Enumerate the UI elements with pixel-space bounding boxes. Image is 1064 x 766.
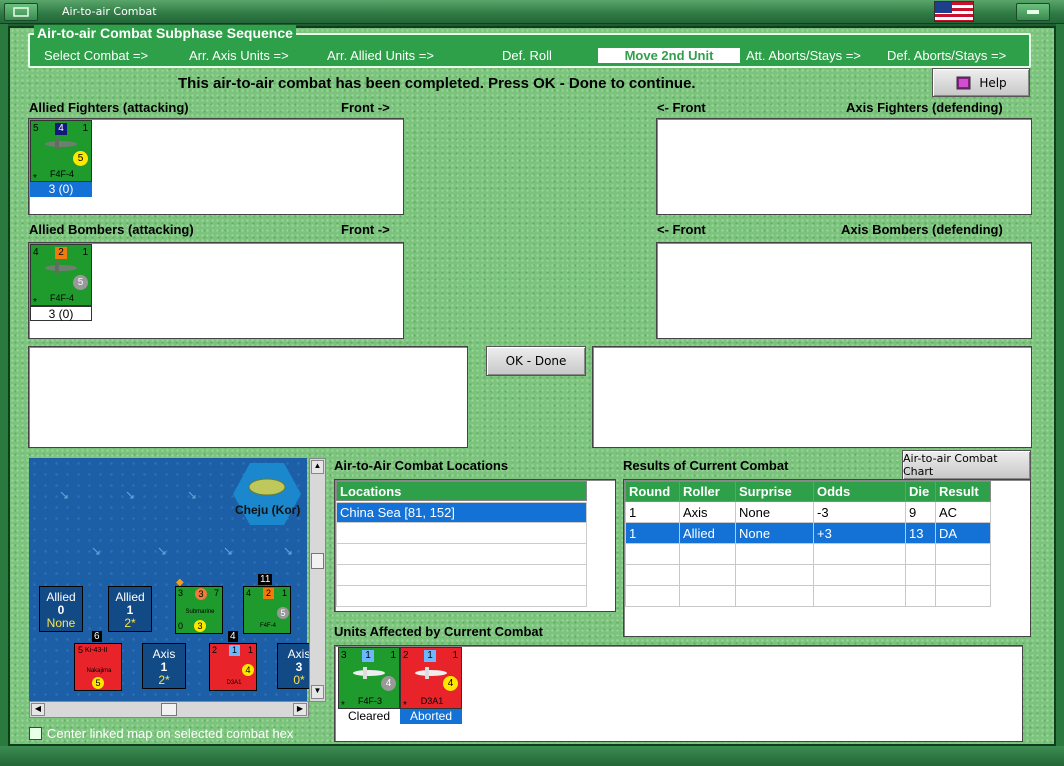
seq-def-aborts-stays: Def. Aborts/Stays => <box>887 48 1007 63</box>
frame-edge <box>1056 24 1064 766</box>
window-icon <box>13 7 29 17</box>
affected-unit-d3a1[interactable]: 2 1 1 4 D3A1 * Aborted <box>400 647 462 724</box>
table-row[interactable] <box>625 543 991 565</box>
unit-badge: 4 <box>55 123 67 135</box>
col-surprise: Surprise <box>735 481 814 502</box>
title-bar <box>0 0 1064 24</box>
results-table: Round Roller Surprise Odds Die Result 1A… <box>625 481 991 607</box>
allied-fighters-label: Allied Fighters (attacking) <box>29 100 189 115</box>
unit-value: 5 <box>73 151 88 166</box>
center-map-checkbox-label: Center linked map on selected combat hex <box>47 726 294 741</box>
axis-fighters-label: Axis Fighters (defending) <box>846 100 1003 115</box>
allied-bombers-label: Allied Bombers (attacking) <box>29 222 194 237</box>
us-flag-icon <box>934 1 974 22</box>
hex-label: Cheju (Kor) <box>235 503 301 517</box>
allied-fighters-front: Front -> <box>341 100 390 115</box>
axis-fighters-panel[interactable] <box>656 118 1032 215</box>
allied-bombers-front: Front -> <box>341 222 390 237</box>
axis-bombers-front: <- Front <box>657 222 706 237</box>
affected-unit-f4f3[interactable]: 3 1 1 4 F4F-3 * Cleared <box>338 647 400 724</box>
locations-header: Locations <box>336 481 587 501</box>
status-bar <box>0 746 1064 766</box>
minimize-icon <box>1027 10 1039 14</box>
col-odds: Odds <box>813 481 906 502</box>
col-round: Round <box>625 481 680 502</box>
seq-att-aborts-stays: Att. Aborts/Stays => <box>746 48 861 63</box>
unit-status: Aborted <box>400 709 462 724</box>
fighter-plane-icon <box>45 262 77 274</box>
affected-title: Units Affected by Current Combat <box>334 624 543 639</box>
unit-value: 5 <box>73 275 88 290</box>
results-title: Results of Current Combat <box>623 458 789 473</box>
table-row[interactable] <box>625 564 991 586</box>
submarine-counter[interactable]: 3 3 7 Submarine 0 3 <box>175 586 223 634</box>
unit-tag: 3 (0) <box>30 182 92 197</box>
subphase-sequence-legend: Air-to-air Combat Subphase Sequence <box>34 25 296 41</box>
seq-arr-axis-units: Arr. Axis Units => <box>189 48 289 63</box>
scroll-left-icon[interactable]: ◀ <box>31 703 45 716</box>
seq-move-2nd-unit: Move 2nd Unit <box>598 48 740 63</box>
ok-done-button[interactable]: OK - Done <box>486 346 586 376</box>
window-title: Air-to-air Combat <box>62 5 157 18</box>
col-result: Result <box>935 481 991 502</box>
allied-bomber-counter[interactable]: 4 2 1 5 F4F-4 * 3 (0) <box>30 244 92 321</box>
axis-fighters-front: <- Front <box>657 100 706 115</box>
allied-stack-0[interactable]: Allied 0 None <box>39 586 83 632</box>
unit-badge: 2 <box>55 247 67 259</box>
ki43-counter[interactable]: 5 Ki-43-II Nakajima 5 <box>74 643 122 691</box>
system-menu-button[interactable] <box>4 3 38 21</box>
allied-fighter-counter[interactable]: 5 4 1 5 F4F-4 * 3 (0) <box>30 120 92 197</box>
unit-status: Cleared <box>338 709 400 724</box>
table-row[interactable]: 1 Axis None -3 9 AC <box>625 501 991 523</box>
axis-bombers-panel[interactable] <box>656 242 1032 339</box>
location-row[interactable] <box>336 586 587 607</box>
minimize-button[interactable] <box>1016 3 1050 21</box>
help-book-icon <box>956 76 971 89</box>
air-combat-chart-button[interactable]: Air-to-air Combat Chart <box>902 450 1031 480</box>
table-row-selected[interactable]: 1 Allied None +3 13 DA <box>625 522 991 544</box>
col-die: Die <box>905 481 936 502</box>
scroll-right-icon[interactable]: ▶ <box>293 703 307 716</box>
d3a1-map-counter[interactable]: 2 1 1 4 D3A1 <box>209 643 257 691</box>
location-row-selected[interactable]: China Sea [81, 152] <box>336 502 587 523</box>
col-roller: Roller <box>679 481 736 502</box>
location-row[interactable] <box>336 523 587 544</box>
seq-arr-allied-units: Arr. Allied Units => <box>327 48 434 63</box>
map-vertical-scrollbar[interactable]: ▲ ▼ <box>309 458 326 702</box>
stack-count: 6 <box>92 631 102 642</box>
seq-def-roll: Def. Roll <box>502 48 552 63</box>
scroll-thumb[interactable] <box>161 703 177 716</box>
location-row[interactable] <box>336 544 587 565</box>
stack-marker-icon: ◆ <box>176 577 184 588</box>
locations-title: Air-to-Air Combat Locations <box>334 458 509 473</box>
island-icon <box>248 478 286 496</box>
scroll-up-icon[interactable]: ▲ <box>311 460 324 474</box>
help-button[interactable]: Help <box>932 68 1030 97</box>
frame-edge <box>0 24 8 766</box>
axis-info-panel <box>592 346 1032 448</box>
unit-tag: 3 (0) <box>30 306 92 321</box>
scroll-down-icon[interactable]: ▼ <box>311 685 324 699</box>
location-row[interactable] <box>336 565 587 586</box>
status-message: This air-to-air combat has been complete… <box>178 75 696 92</box>
stack-count: 11 <box>258 574 273 585</box>
axis-bombers-label: Axis Bombers (defending) <box>841 222 1003 237</box>
help-button-label: Help <box>979 75 1007 90</box>
allied-stack-1[interactable]: Allied 1 2* <box>108 586 152 632</box>
allied-info-panel <box>28 346 468 448</box>
map-horizontal-scrollbar[interactable]: ◀ ▶ <box>29 701 309 718</box>
center-map-checkbox[interactable] <box>29 727 42 740</box>
f4f-map-counter[interactable]: 4 2 1 5 F4F-4 <box>243 586 291 634</box>
seq-select-combat: Select Combat => <box>44 48 149 63</box>
fighter-plane-icon <box>45 138 77 150</box>
scroll-thumb[interactable] <box>311 553 324 569</box>
axis-stack-0[interactable]: Axis 1 2* <box>142 643 186 689</box>
stack-count: 4 <box>228 631 238 642</box>
table-row[interactable] <box>625 585 991 607</box>
